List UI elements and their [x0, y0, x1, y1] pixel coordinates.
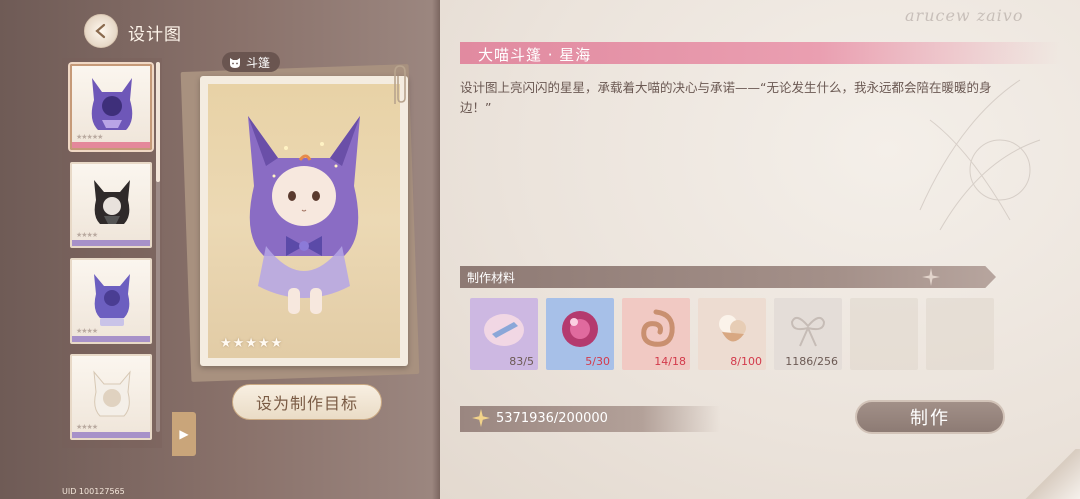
material-slot-empty: [926, 298, 994, 370]
thumbnail-scrollbar-thumb[interactable]: [156, 62, 160, 182]
design-card: [200, 76, 408, 366]
materials-title: 制作材料: [467, 271, 516, 285]
thumbnail-rarity-bar: [72, 432, 150, 438]
paperclip-icon: [394, 65, 406, 104]
chevron-right-icon: ▶: [179, 427, 189, 441]
item-title: 大喵斗篷 · 星海: [478, 46, 592, 64]
thumbnail-stars: ★★★★: [76, 423, 98, 431]
materials-header-band: [460, 266, 996, 288]
cat-cloak-character-icon: [248, 116, 360, 314]
thumbnail-violet-cat-cloak[interactable]: ★★★★: [70, 258, 152, 344]
pearl-cluster-icon: [719, 315, 746, 342]
thumbnail-stars: ★★★★: [76, 327, 98, 335]
card-rarity-stars: ★★★★★: [220, 336, 284, 351]
category-label: 斗篷: [246, 55, 271, 70]
thumbnail-purple-cat-cloak[interactable]: ★★★★★: [70, 64, 152, 150]
material-count: 14/18: [654, 355, 686, 368]
back-button[interactable]: [84, 14, 118, 48]
thumbnail-white-cat-cloak[interactable]: ★★★★: [70, 354, 152, 440]
thumbnail-rarity-bar: [72, 336, 150, 342]
page-curl: [1020, 449, 1080, 499]
thumbnail-stars: ★★★★: [76, 231, 98, 239]
violet-cat-cloak-icon: [94, 274, 130, 326]
material-slot-2[interactable]: 5/30: [546, 298, 614, 370]
purple-cat-cloak-icon: [91, 78, 133, 130]
material-slot-5[interactable]: 1186/256: [774, 298, 842, 370]
currency-value: 5371936/200000: [496, 411, 608, 426]
feather-crystal-icon: [484, 314, 524, 346]
set-target-button[interactable]: 设为制作目标: [232, 384, 382, 420]
sparkle-currency-icon: [472, 409, 490, 427]
make-button[interactable]: 制作: [855, 400, 1005, 434]
sparkle-icon: [922, 268, 940, 286]
material-count: 83/5: [509, 355, 534, 368]
category-tag: 斗篷: [222, 52, 281, 72]
thumbnail-stars: ★★★★★: [76, 133, 103, 141]
purple-gem-icon: [562, 311, 598, 347]
user-id: UID 100127565: [62, 487, 125, 496]
material-slot-4[interactable]: 8/100: [698, 298, 766, 370]
item-description: 设计图上亮闪闪的星星，承载着大喵的决心与承诺——“无论发生什么，我永远都会陪在暖…: [460, 80, 992, 115]
black-cat-cloak-icon: [94, 180, 130, 224]
material-slot-1[interactable]: 83/5: [470, 298, 538, 370]
white-cat-cloak-icon: [93, 370, 131, 417]
ribbon-bow-icon: [790, 316, 826, 347]
cat-face-icon: [230, 58, 240, 68]
material-count: 1186/256: [785, 355, 838, 368]
expand-tab-button[interactable]: ▶: [172, 412, 196, 456]
material-slot-3[interactable]: 14/18: [622, 298, 690, 370]
watermark: arucew zaivo: [905, 6, 1024, 25]
thumbnail-rarity-bar: [72, 142, 150, 148]
material-slot-empty: [850, 298, 918, 370]
thumbnail-black-cat-cloak[interactable]: ★★★★: [70, 162, 152, 248]
material-count: 5/30: [585, 355, 610, 368]
back-arrow-icon: [95, 23, 106, 39]
design-card-art: [208, 84, 400, 358]
page-title: 设计图: [128, 25, 182, 45]
thumbnail-rarity-bar: [72, 240, 150, 246]
swirl-shell-icon: [641, 309, 675, 347]
material-count: 8/100: [730, 355, 762, 368]
